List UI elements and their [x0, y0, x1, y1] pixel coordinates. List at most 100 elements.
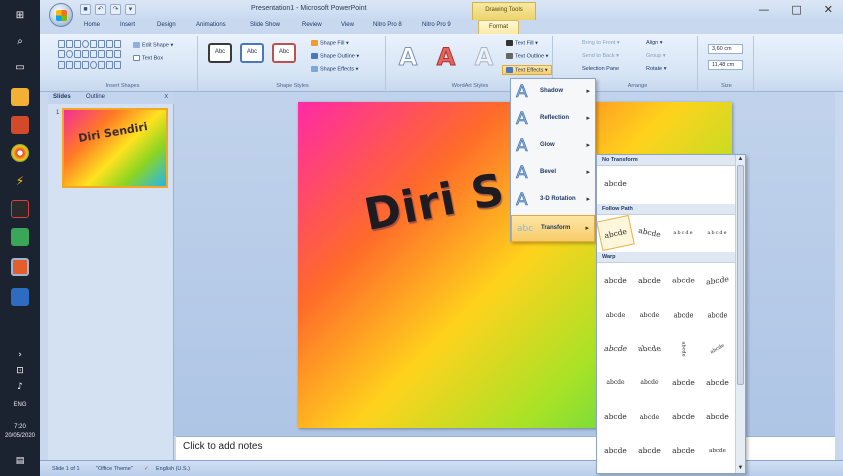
no-transform-option[interactable]: abcde [599, 169, 632, 199]
customize-qat-icon[interactable]: ▾ [125, 4, 136, 15]
language-indicator[interactable]: ENG [0, 402, 40, 408]
warp-option[interactable]: abcde [701, 436, 734, 466]
bolt-icon[interactable]: ⚡ [11, 172, 29, 190]
shape-outline-button[interactable]: Shape Outline ▾ [311, 53, 359, 59]
green-app-icon[interactable] [11, 228, 29, 246]
text-outline-button[interactable]: Text Outline ▾ [506, 53, 548, 59]
wordart-style-red[interactable]: A [434, 42, 458, 72]
tab-home[interactable]: Home [84, 22, 100, 28]
tab-format[interactable]: Format [478, 20, 520, 34]
shape-style-dark[interactable]: Abc [208, 43, 232, 63]
tab-view[interactable]: View [341, 22, 354, 28]
warp-option[interactable]: abcde [599, 402, 632, 432]
minimize-button[interactable]: — [758, 3, 769, 16]
clock-time[interactable]: 7:20 [0, 424, 40, 430]
scroll-down-icon[interactable]: ▼ [736, 464, 745, 473]
warp-option[interactable]: abcde [599, 300, 632, 330]
shape-width-field[interactable]: 11,48 cm [708, 60, 743, 70]
wordart-style-white[interactable]: A [396, 42, 420, 72]
notifications-icon[interactable]: ▤ [11, 452, 29, 470]
powerpoint-taskbar-icon[interactable] [11, 258, 29, 276]
tab-slide-show[interactable]: Slide Show [250, 22, 280, 28]
shapes-gallery[interactable] [58, 40, 121, 70]
tab-nitro-pro-8[interactable]: Nitro Pro 8 [373, 22, 402, 28]
warp-option[interactable]: abcde [667, 269, 700, 293]
send-to-back-button[interactable]: Send to Back ▾ [582, 53, 619, 59]
group-button[interactable]: Group ▾ [646, 53, 666, 59]
language-status[interactable]: English (U.S.) [156, 466, 190, 472]
warp-option[interactable]: abcde [599, 436, 632, 466]
warp-option[interactable]: abcde [701, 297, 734, 333]
tab-nitro-pro-9[interactable]: Nitro Pro 9 [422, 22, 451, 28]
selection-pane-button[interactable]: Selection Pane [582, 66, 619, 72]
follow-path-arch-up[interactable]: abcde [597, 214, 635, 252]
warp-option[interactable]: abcde [701, 402, 734, 432]
shape-effects-button[interactable]: Shape Effects ▾ [311, 66, 358, 72]
shape-style-blue[interactable]: Abc [240, 43, 264, 63]
maximize-button[interactable]: □ [791, 3, 801, 16]
wordart-style-light[interactable]: A [472, 42, 496, 72]
menu-item-reflection[interactable]: A Reflection ▸ [511, 106, 595, 133]
save-icon[interactable]: ■ [80, 4, 91, 15]
close-button[interactable]: ✕ [824, 3, 833, 16]
text-box-button[interactable]: Text Box [133, 55, 163, 61]
gallery-scrollbar[interactable]: ▲ ▼ [735, 155, 745, 473]
search-icon[interactable]: ⌕ [11, 32, 29, 50]
warp-option[interactable]: abcde [667, 402, 700, 432]
clock-date[interactable]: 20/05/2020 [0, 433, 40, 439]
follow-path-arch-down[interactable]: abcde [630, 215, 669, 251]
text-effects-button[interactable]: Text Effects ▾ [502, 65, 552, 76]
menu-item-transform[interactable]: abc Transform ▸ [511, 215, 595, 242]
shape-style-red[interactable]: Abc [272, 43, 296, 63]
shape-fill-button[interactable]: Shape Fill ▾ [311, 40, 349, 46]
tab-design[interactable]: Design [157, 22, 176, 28]
warp-option[interactable]: abcde [633, 368, 666, 398]
warp-option[interactable]: abcde [633, 266, 666, 296]
tab-review[interactable]: Review [302, 22, 322, 28]
menu-item-shadow[interactable]: A Shadow ▸ [511, 79, 595, 106]
word-app-icon[interactable] [11, 288, 29, 306]
warp-option[interactable]: abcde [633, 300, 666, 330]
warp-option[interactable]: abcde [629, 334, 670, 364]
slide-thumbnail[interactable]: Diri Sendiri [62, 108, 168, 188]
office-app-icon[interactable] [11, 116, 29, 134]
warp-option[interactable]: abcde [633, 402, 666, 432]
align-button[interactable]: Align ▾ [646, 40, 663, 46]
redo-icon[interactable]: ↷ [110, 4, 121, 15]
warp-option[interactable]: abcde [599, 266, 632, 296]
tab-outline[interactable]: Outline [86, 94, 105, 100]
wordart-textbox[interactable]: Diri S [360, 164, 509, 241]
warp-option[interactable]: abcde [667, 368, 700, 398]
undo-icon[interactable]: ↶ [95, 4, 106, 15]
menu-item-glow[interactable]: A Glow ▸ [511, 133, 595, 160]
scroll-thumb[interactable] [737, 165, 744, 385]
file-explorer-icon[interactable] [11, 88, 29, 106]
warp-option[interactable]: abcde [669, 333, 699, 366]
text-fill-button[interactable]: Text Fill ▾ [506, 40, 538, 46]
tab-insert[interactable]: Insert [120, 22, 135, 28]
warp-option[interactable]: abcde [701, 264, 734, 299]
menu-item-3d-rotation[interactable]: A 3-D Rotation ▸ [511, 187, 595, 214]
follow-path-circle[interactable]: abcde [667, 218, 700, 248]
follow-path-button[interactable]: abcde [701, 218, 734, 248]
task-view-icon[interactable]: ▭ [11, 58, 29, 76]
menu-item-bevel[interactable]: A Bevel ▸ [511, 160, 595, 187]
scroll-up-icon[interactable]: ▲ [736, 155, 745, 164]
media-app-icon[interactable] [11, 200, 29, 218]
warp-option[interactable]: abcde [599, 368, 632, 398]
warp-option[interactable]: abcde [667, 436, 700, 466]
shape-height-field[interactable]: 3,60 cm [708, 44, 743, 54]
tab-animations[interactable]: Animations [196, 22, 226, 28]
start-icon[interactable]: ⊞ [11, 6, 29, 24]
volume-icon[interactable]: ♪ [11, 378, 29, 396]
warp-option[interactable]: abcde [696, 328, 740, 370]
warp-option[interactable]: abcde [633, 436, 666, 466]
spelling-icon[interactable]: ✓ [144, 466, 149, 472]
close-pane-icon[interactable]: x [165, 93, 169, 100]
warp-option[interactable]: abcde [701, 368, 734, 398]
office-button[interactable] [49, 3, 73, 27]
theme-name[interactable]: "Office Theme" [96, 466, 133, 472]
tab-slides[interactable]: Slides [53, 94, 71, 100]
warp-option[interactable]: abcde [667, 297, 700, 333]
rotate-button[interactable]: Rotate ▾ [646, 66, 667, 72]
